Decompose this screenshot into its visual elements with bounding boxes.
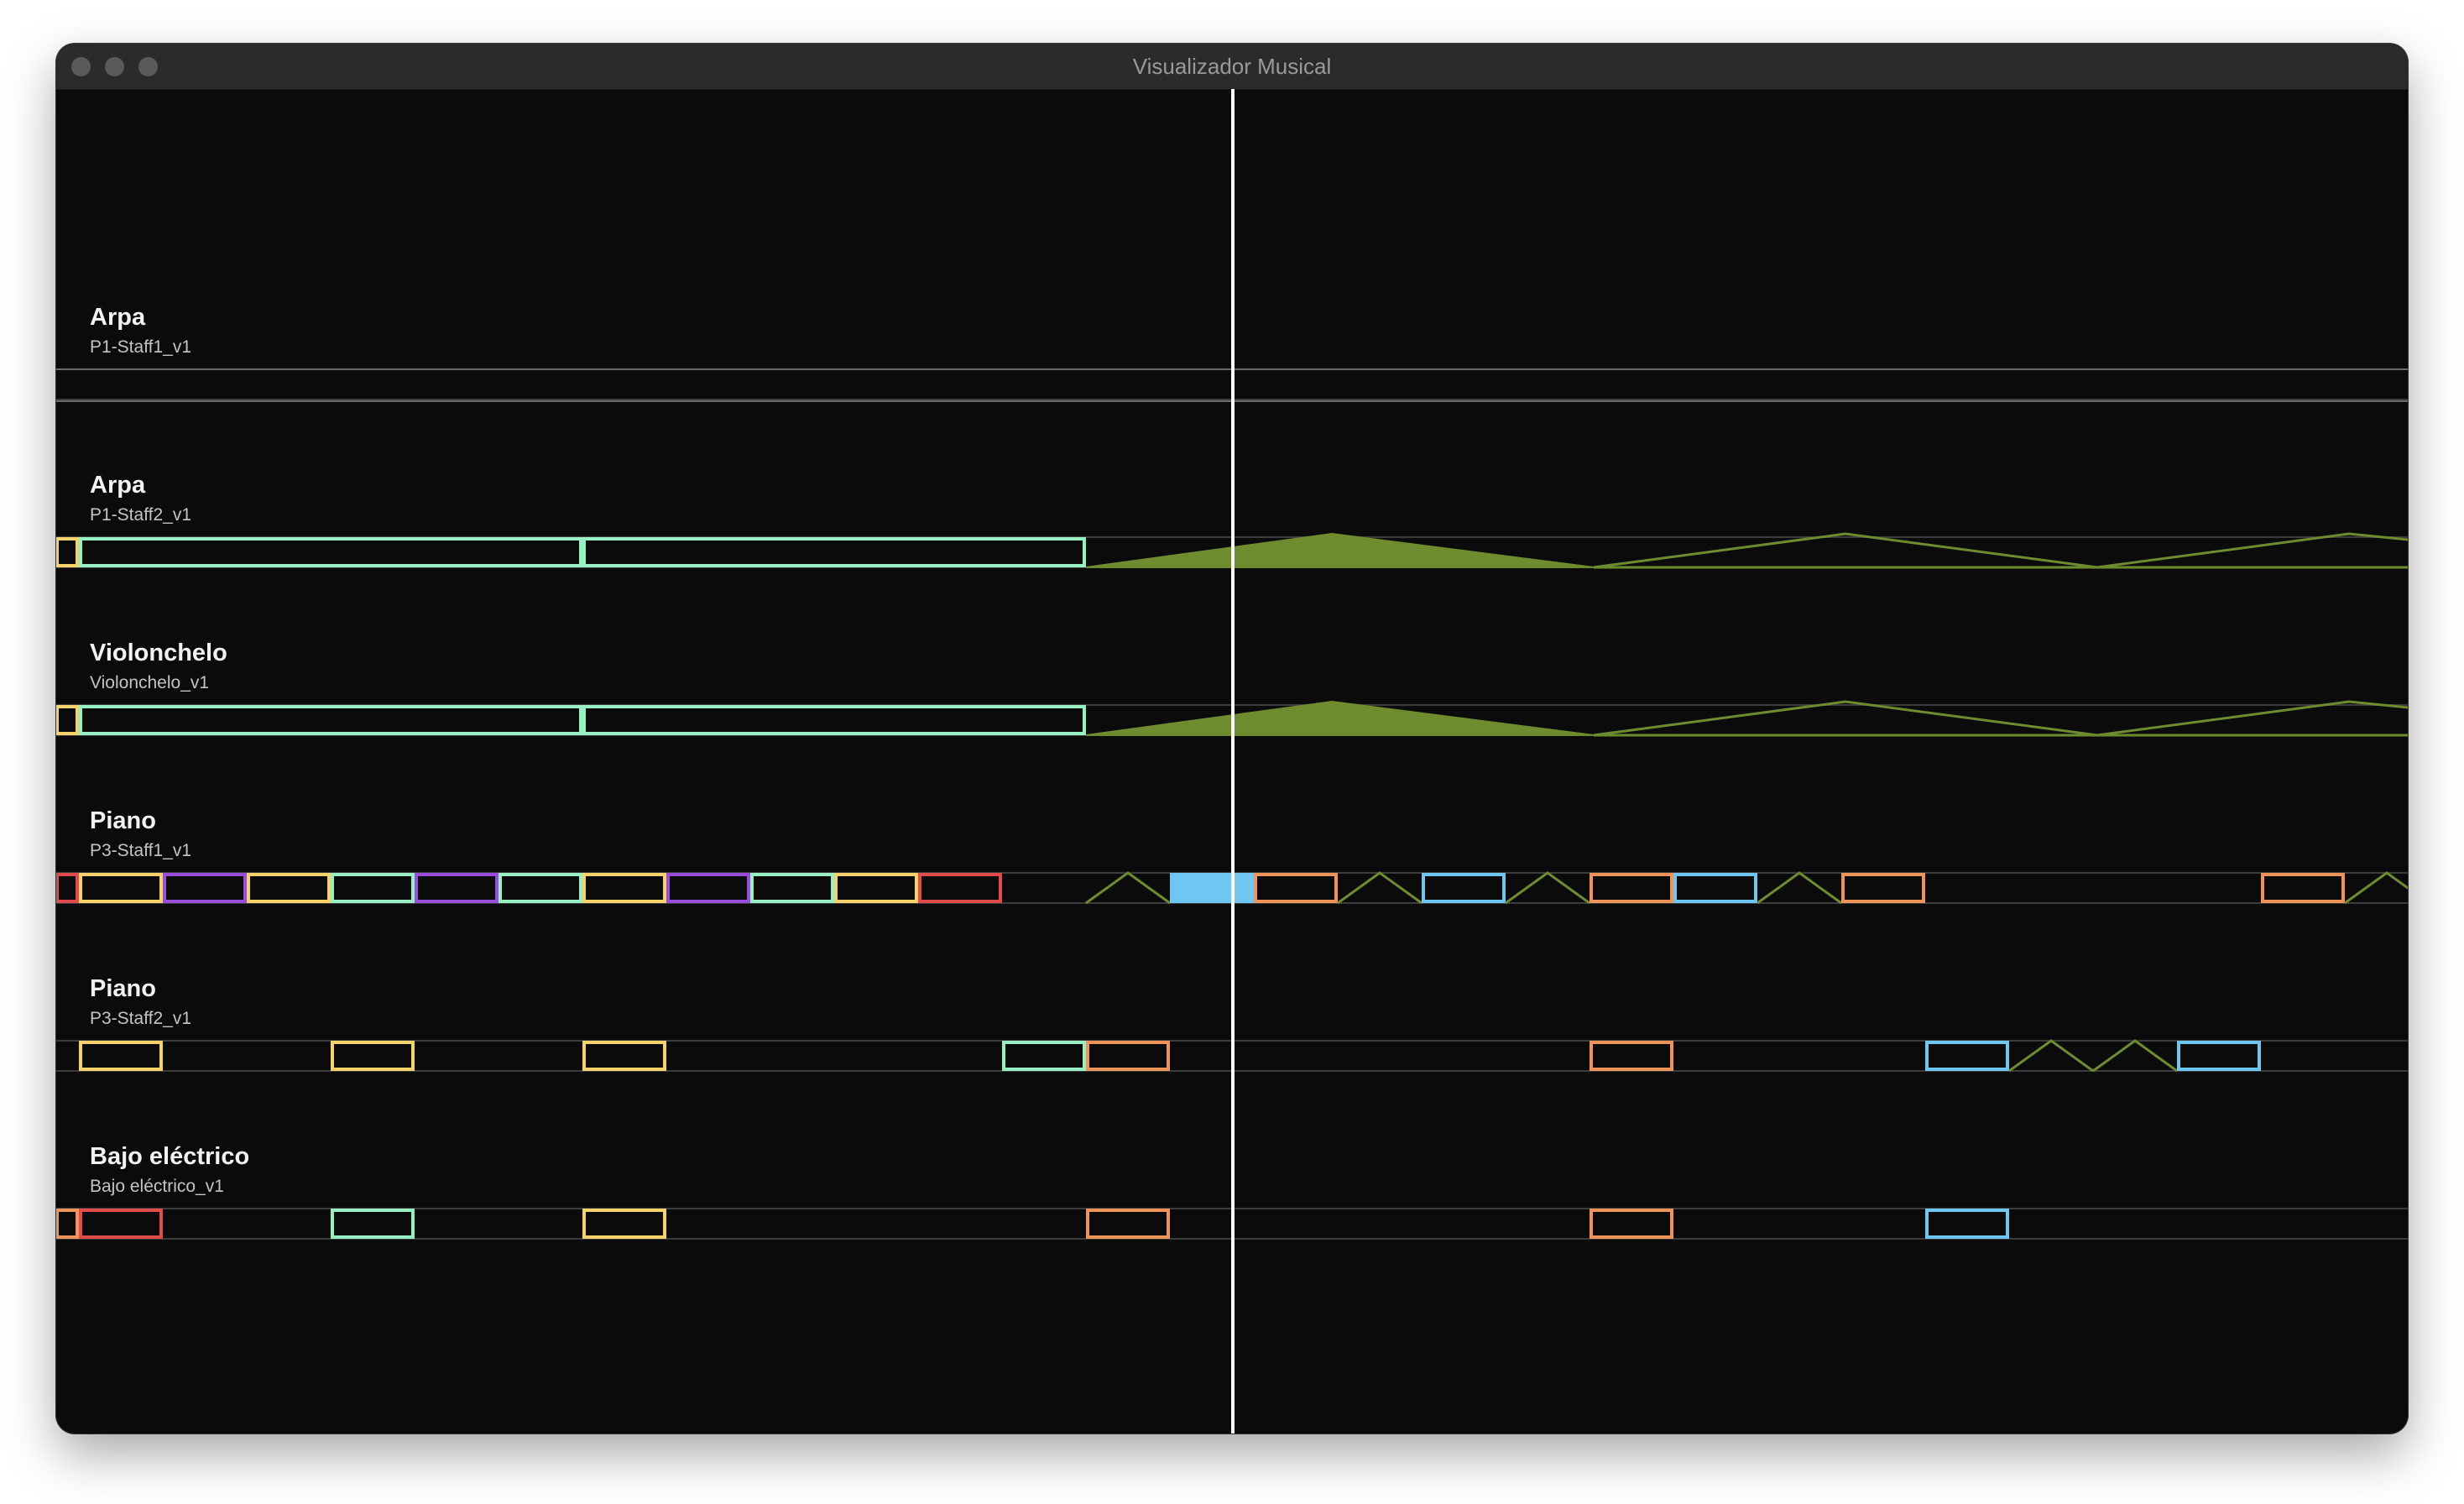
dynamics-triangle — [2008, 1039, 2094, 1073]
track-name-arpa-staff1: Arpa — [90, 304, 146, 331]
note-block — [56, 705, 79, 735]
note-block — [582, 1041, 666, 1071]
note-block — [1841, 873, 1925, 903]
note-block — [582, 1209, 666, 1239]
window-title: Visualizador Musical — [1132, 54, 1332, 79]
dynamics-triangle — [2092, 1039, 2178, 1073]
note-block — [247, 873, 331, 903]
note-block — [79, 1209, 163, 1239]
note-block — [1002, 1041, 1086, 1071]
dynamics-triangle — [1085, 871, 1171, 905]
dynamics-line — [1593, 700, 2408, 737]
note-block — [163, 873, 247, 903]
note-block — [1086, 1041, 1170, 1071]
dynamics-hump — [1085, 532, 1595, 568]
note-block — [750, 873, 834, 903]
note-block — [1925, 1209, 2009, 1239]
track-name-bajo-electrico: Bajo eléctrico — [90, 1143, 250, 1170]
note-block — [1086, 1209, 1170, 1239]
track-name-piano-staff2: Piano — [90, 975, 156, 1002]
note-block — [2177, 1041, 2261, 1071]
note-block — [331, 873, 415, 903]
piano-roll-svg — [56, 89, 2408, 1434]
track-name-piano-staff1: Piano — [90, 807, 156, 834]
track-staff-arpa-staff1: P1-Staff1_v1 — [90, 337, 192, 357]
track-staff-piano-staff1: P3-Staff1_v1 — [90, 841, 192, 860]
note-block — [918, 873, 1002, 903]
note-block — [582, 537, 1086, 567]
note-block — [56, 1209, 79, 1239]
dynamics-triangle — [1505, 871, 1590, 905]
note-block — [1673, 873, 1757, 903]
note-block — [1590, 873, 1673, 903]
note-block — [1422, 873, 1506, 903]
note-block — [582, 705, 1086, 735]
note-block — [1254, 873, 1338, 903]
note-block — [1925, 1041, 2009, 1071]
note-block — [2261, 873, 2345, 903]
app-window: Visualizador Musical Arpa P1-Staff1_v1 A… — [56, 44, 2408, 1434]
note-block — [79, 705, 582, 735]
dynamics-triangle — [1757, 871, 1842, 905]
note-block — [56, 537, 79, 567]
track-staff-bajo-electrico: Bajo eléctrico_v1 — [90, 1177, 224, 1196]
note-block — [79, 537, 582, 567]
note-block — [834, 873, 918, 903]
dynamics-triangle — [1337, 871, 1423, 905]
track-staff-piano-staff2: P3-Staff2_v1 — [90, 1009, 192, 1028]
track-name-violonchelo: Violonchelo — [90, 640, 227, 666]
note-block — [79, 1041, 163, 1071]
note-block — [79, 873, 163, 903]
dynamics-triangle — [2344, 871, 2408, 905]
note-block — [582, 873, 666, 903]
title-bar: Visualizador Musical — [56, 44, 2408, 90]
note-block — [1170, 873, 1254, 903]
dynamics-line — [1593, 532, 2408, 569]
note-block — [331, 1041, 415, 1071]
note-block — [666, 873, 750, 903]
note-block — [56, 873, 79, 903]
note-block — [499, 873, 582, 903]
track-name-arpa-staff2: Arpa — [90, 472, 146, 499]
note-block — [1590, 1041, 1673, 1071]
note-block — [1590, 1209, 1673, 1239]
track-staff-violonchelo: Violonchelo_v1 — [90, 673, 210, 692]
piano-roll-canvas: Arpa P1-Staff1_v1 Arpa P1-Staff2_v1 Viol… — [56, 89, 2408, 1434]
track-staff-arpa-staff2: P1-Staff2_v1 — [90, 505, 192, 525]
dynamics-hump — [1085, 700, 1595, 736]
note-block — [331, 1209, 415, 1239]
note-block — [415, 873, 499, 903]
